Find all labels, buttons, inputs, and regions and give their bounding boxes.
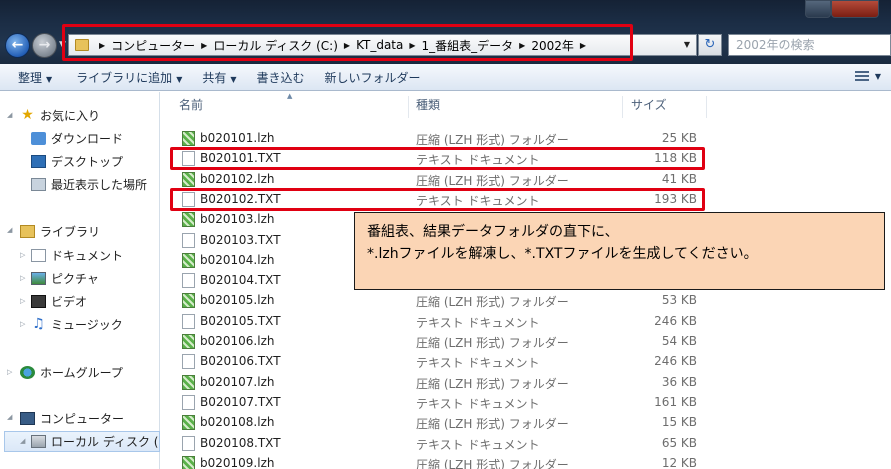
nav-homegroup[interactable]: ホームグループ (20, 364, 123, 381)
zip-folder-icon (182, 455, 195, 469)
file-row[interactable]: B020108.TXT テキスト ドキュメント 65 KB (160, 433, 891, 453)
back-arrow-icon: ← (11, 37, 24, 53)
nav-local-disk[interactable]: ローカル ディスク ( (31, 433, 158, 450)
downloads-folder-icon (31, 132, 46, 145)
desktop-icon (31, 155, 46, 168)
burn-button[interactable]: 書き込む (249, 69, 313, 86)
file-row[interactable]: b020107.lzh 圧縮 (LZH 形式) フォルダー 36 KB (160, 372, 891, 392)
text-document-icon (182, 354, 195, 370)
expand-icon[interactable]: ◢ (20, 437, 25, 445)
star-icon: ★ (21, 107, 34, 123)
sort-ascending-icon: ▲ (287, 92, 293, 100)
homegroup-icon (20, 366, 35, 379)
refresh-button[interactable]: ↻ (698, 34, 722, 56)
add-to-library-menu[interactable]: ライブラリに追加 ▼ (68, 69, 190, 86)
documents-icon (31, 249, 46, 262)
nav-favorites[interactable]: ★ お気に入り (20, 107, 100, 124)
zip-folder-icon (182, 374, 195, 390)
share-menu[interactable]: 共有 ▼ (194, 69, 244, 86)
chevron-down-icon: ▼ (176, 74, 183, 84)
callout-line-1: 番組表、結果データフォルダの直下に、 (367, 224, 619, 240)
view-options-icon[interactable] (855, 71, 869, 83)
column-header-type[interactable]: 種類 (416, 92, 440, 116)
nav-downloads[interactable]: ダウンロード (31, 130, 123, 147)
expand-icon[interactable]: ▷ (7, 368, 12, 376)
address-dropdown-icon[interactable]: ▼ (684, 40, 690, 49)
file-row[interactable]: b020105.lzh 圧縮 (LZH 形式) フォルダー 53 KB (160, 290, 891, 310)
instruction-callout: 番組表、結果データフォルダの直下に、 *.lzhファイルを解凍し、*.TXTファ… (354, 212, 885, 290)
expand-icon[interactable]: ▷ (20, 274, 25, 282)
library-icon (20, 225, 35, 238)
file-row[interactable]: b020102.lzh 圧縮 (LZH 形式) フォルダー 41 KB (160, 169, 891, 189)
expand-icon[interactable]: ◢ (7, 226, 12, 234)
file-row[interactable]: b020106.lzh 圧縮 (LZH 形式) フォルダー 54 KB (160, 331, 891, 351)
nav-pictures[interactable]: ピクチャ (31, 270, 99, 287)
videos-icon (31, 295, 46, 308)
address-highlight-box (62, 24, 633, 61)
minimize-button[interactable] (805, 0, 831, 18)
zip-folder-icon (182, 131, 195, 146)
back-button[interactable]: ← (5, 33, 30, 58)
txt-row-highlight-box (170, 147, 705, 170)
close-button[interactable] (831, 0, 879, 18)
txt-row-highlight-box (170, 188, 705, 211)
zip-folder-icon (182, 171, 195, 187)
expand-icon[interactable]: ▷ (20, 297, 25, 305)
computer-icon (20, 412, 35, 425)
forward-button[interactable]: → (32, 33, 57, 58)
callout-line-2: *.lzhファイルを解凍し、*.TXTファイルを生成してください。 (367, 246, 758, 262)
column-header-name[interactable]: 名前 (179, 92, 203, 116)
file-row[interactable]: B020105.TXT テキスト ドキュメント 246 KB (160, 311, 891, 331)
text-document-icon (182, 232, 195, 248)
text-document-icon (182, 435, 195, 451)
expand-icon[interactable]: ▷ (20, 320, 25, 328)
nav-computer[interactable]: コンピューター (20, 410, 124, 427)
recent-places-icon (31, 178, 46, 191)
pictures-icon (31, 272, 46, 285)
chevron-down-icon: ▼ (230, 74, 237, 84)
search-input[interactable]: 2002年の検索 (728, 34, 891, 56)
zip-folder-icon (182, 212, 195, 228)
navigation-pane: ◢ ★ お気に入り ダウンロード デスクトップ 最近表示した場所 ◢ ライブラリ … (0, 92, 160, 469)
music-note-icon: ♫ (32, 316, 45, 332)
zip-folder-icon (182, 293, 195, 309)
chevron-down-icon[interactable]: ▼ (875, 72, 881, 81)
text-document-icon (182, 273, 195, 289)
file-row[interactable]: b020101.lzh 圧縮 (LZH 形式) フォルダー 25 KB (160, 128, 891, 148)
zip-folder-icon (182, 334, 195, 349)
new-folder-button[interactable]: 新しいフォルダー (317, 69, 429, 86)
expand-icon[interactable]: ◢ (7, 413, 12, 421)
column-header-size[interactable]: サイズ (631, 92, 667, 116)
refresh-icon: ↻ (704, 37, 716, 52)
file-row[interactable]: B020107.TXT テキスト ドキュメント 161 KB (160, 392, 891, 412)
file-row[interactable]: B020106.TXT テキスト ドキュメント 246 KB (160, 351, 891, 371)
organize-menu[interactable]: 整理 ▼ (10, 69, 60, 86)
nav-recent-places[interactable]: 最近表示した場所 (31, 176, 147, 193)
text-document-icon (182, 313, 195, 329)
nav-libraries[interactable]: ライブラリ (20, 223, 100, 240)
zip-folder-icon (182, 252, 195, 268)
column-divider[interactable] (408, 96, 409, 118)
nav-documents[interactable]: ドキュメント (31, 247, 123, 264)
text-document-icon (182, 394, 195, 410)
nav-videos[interactable]: ビデオ (31, 293, 87, 310)
column-divider[interactable] (706, 96, 707, 118)
column-divider[interactable] (622, 96, 623, 118)
nav-desktop[interactable]: デスクトップ (31, 153, 123, 170)
chevron-down-icon: ▼ (46, 74, 53, 84)
expand-icon[interactable]: ◢ (7, 111, 12, 119)
command-toolbar: 整理 ▼ ライブラリに追加 ▼ 共有 ▼ 書き込む 新しいフォルダー ▼ (0, 64, 891, 91)
forward-arrow-icon: → (38, 37, 51, 53)
file-row[interactable]: b020108.lzh 圧縮 (LZH 形式) フォルダー 15 KB (160, 412, 891, 432)
nav-music[interactable]: ♫ ミュージック (31, 316, 123, 333)
file-row[interactable]: b020109.lzh 圧縮 (LZH 形式) フォルダー 12 KB (160, 453, 891, 469)
zip-folder-icon (182, 415, 195, 431)
expand-icon[interactable]: ▷ (20, 251, 25, 259)
drive-icon (31, 435, 46, 448)
